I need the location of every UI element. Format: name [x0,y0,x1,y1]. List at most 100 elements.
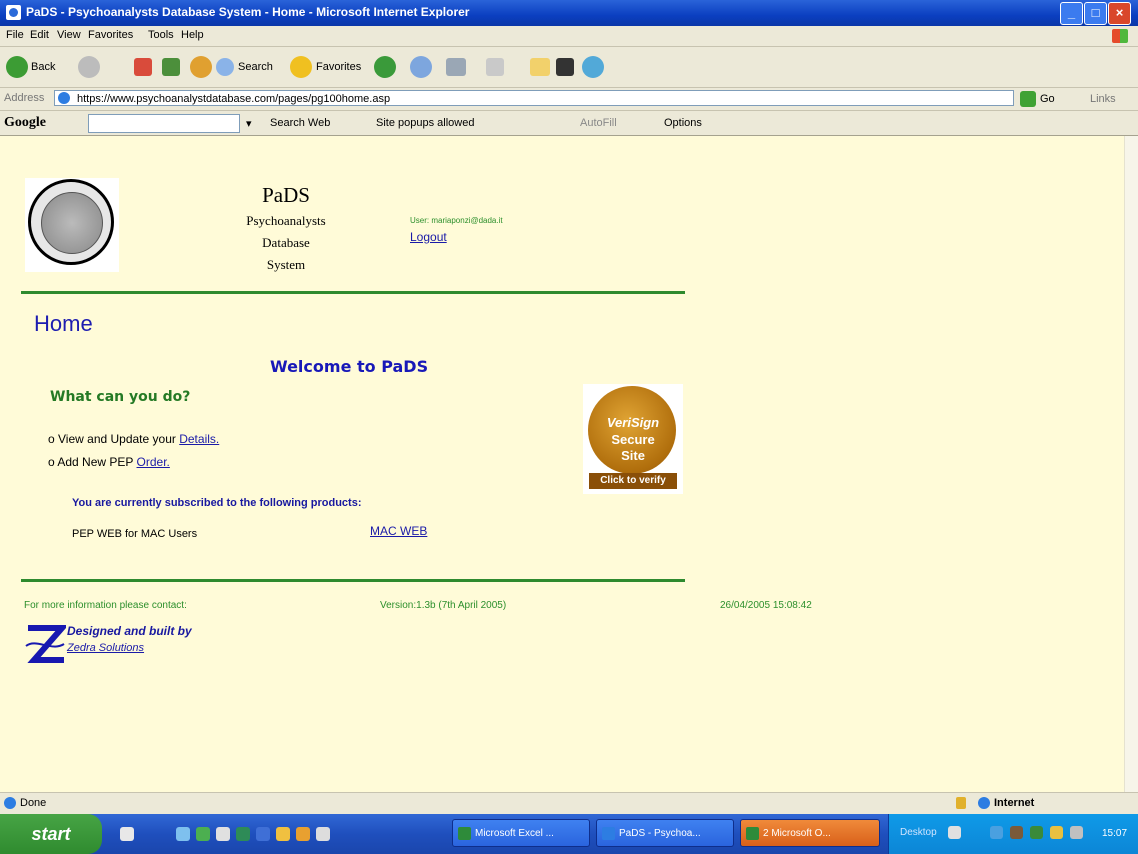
logo-subtitle-2: Database [262,235,310,250]
vertical-scrollbar[interactable] [1124,136,1138,792]
dropdown-arrow-icon[interactable]: ▾ [246,117,252,130]
msn-icon[interactable] [582,56,604,78]
tray-icon[interactable] [1010,826,1023,839]
popups-button[interactable]: Site popups allowed [376,117,474,129]
favorites-label[interactable]: Favorites [316,61,361,73]
autofill-button[interactable]: AutoFill [580,117,617,129]
designed-by-text: Designed and built by [67,624,192,638]
search-icon[interactable] [216,58,234,76]
bullet-text: View and Update your [58,432,180,446]
excel-icon [458,827,471,840]
tray-icon[interactable] [1030,826,1043,839]
page-title: Home [34,311,93,336]
subscribed-heading: You are currently subscribed to the foll… [72,497,362,509]
menu-tools[interactable]: Tools [148,29,174,41]
address-bar: Address https://www.psychoanalystdatabas… [0,88,1138,111]
menu-edit[interactable]: Edit [30,29,49,41]
pads-seal-logo [25,178,119,272]
close-button[interactable]: × [1108,2,1131,25]
menu-help[interactable]: Help [181,29,204,41]
tray-icon[interactable] [1050,826,1063,839]
zone-text: Internet [994,797,1035,809]
messenger-icon[interactable] [556,58,574,76]
bullet-icon: o [48,432,59,446]
minimize-button[interactable]: _ [1060,2,1083,25]
tray-icon[interactable] [1070,826,1083,839]
lock-icon[interactable] [956,797,966,809]
zedra-link[interactable]: Zedra Solutions [67,642,144,654]
menu-bar: File Edit View Favorites Tools Help [0,26,1138,47]
page-ie-icon [58,92,70,104]
quicklaunch-icon[interactable] [316,827,330,841]
stop-icon[interactable] [134,58,152,76]
user-label: User: mariaponzi@dada.it [410,216,503,225]
start-button[interactable]: start [0,814,102,854]
go-arrow-icon[interactable] [1020,91,1036,107]
divider [21,579,685,582]
what-can-heading: What can you do? [50,389,191,405]
menu-view[interactable]: View [57,29,81,41]
ie-app-icon [6,5,21,20]
logout-link[interactable]: Logout [410,230,447,244]
clock: 15:07 [1102,828,1128,839]
options-button[interactable]: Options [664,117,702,129]
verisign-site: Site [621,448,645,463]
folder-icon[interactable] [530,58,550,76]
bullet-icon: o [48,455,58,469]
product-link[interactable]: MAC WEB [370,524,427,538]
quicklaunch-ie-icon[interactable] [176,827,190,841]
google-logo[interactable]: Google [4,115,46,131]
refresh-icon[interactable] [162,58,180,76]
outlook-icon [746,827,759,840]
verisign-verify-link[interactable]: Click to verify [589,473,677,489]
back-label[interactable]: Back [31,61,55,73]
datetime-text: 26/04/2005 15:08:42 [720,600,812,611]
menu-file[interactable]: File [6,29,24,41]
verisign-secure: Secure [611,432,655,447]
version-text: Version:1.3b (7th April 2005) [380,600,507,611]
quicklaunch-icon[interactable] [276,827,290,841]
forward-arrow-icon[interactable] [78,56,100,78]
go-button[interactable]: Go [1040,93,1055,105]
maximize-button[interactable]: □ [1084,2,1107,25]
quicklaunch-icon[interactable] [120,827,134,841]
ie-icon [602,827,615,840]
print-icon[interactable] [446,58,466,76]
back-arrow-icon[interactable] [6,56,28,78]
quicklaunch-word-icon[interactable] [256,827,270,841]
desktop-label[interactable]: Desktop [900,827,937,838]
logo-subtitle-1: Psychoanalysts [246,213,326,228]
home-icon[interactable] [190,56,212,78]
search-web-button[interactable]: Search Web [270,117,330,129]
tray-icon[interactable] [990,826,1003,839]
window-title-bar[interactable]: PaDS - Psychoanalysts Database System - … [0,0,1138,26]
mail-icon[interactable] [410,56,432,78]
page-done-icon [4,797,16,809]
address-input[interactable]: https://www.psychoanalystdatabase.com/pa… [54,90,1014,106]
google-toolbar: Google ▾ Search Web Site popups allowed … [0,111,1138,136]
quicklaunch-icon[interactable] [236,827,250,841]
browser-toolbar: Back Search Favorites [0,47,1138,88]
taskbar-item-excel[interactable]: Microsoft Excel ... [452,819,590,847]
google-search-input[interactable] [88,114,240,133]
quicklaunch-icon[interactable] [296,827,310,841]
taskbar-item-pads[interactable]: PaDS - Psychoa... [596,819,734,847]
taskbar-item-outlook[interactable]: 2 Microsoft O... [740,819,880,847]
divider [21,291,685,294]
order-link[interactable]: Order. [137,455,170,469]
status-bar: Done Internet [0,792,1138,815]
contact-text[interactable]: For more information please contact: [24,600,187,611]
windows-flag-icon [1112,29,1128,43]
links-button[interactable]: Links [1090,93,1116,105]
tray-icon[interactable] [948,826,961,839]
history-icon[interactable] [374,56,396,78]
logo-title: PaDS [262,183,310,207]
quicklaunch-icon[interactable] [216,827,230,841]
favorites-star-icon[interactable] [290,56,312,78]
menu-favorites[interactable]: Favorites [88,29,133,41]
edit-icon[interactable] [486,58,504,76]
details-link[interactable]: Details. [179,432,219,446]
quicklaunch-excel-icon[interactable] [196,827,210,841]
search-label[interactable]: Search [238,61,273,73]
list-item: o Add New PEP Order. [48,455,170,469]
